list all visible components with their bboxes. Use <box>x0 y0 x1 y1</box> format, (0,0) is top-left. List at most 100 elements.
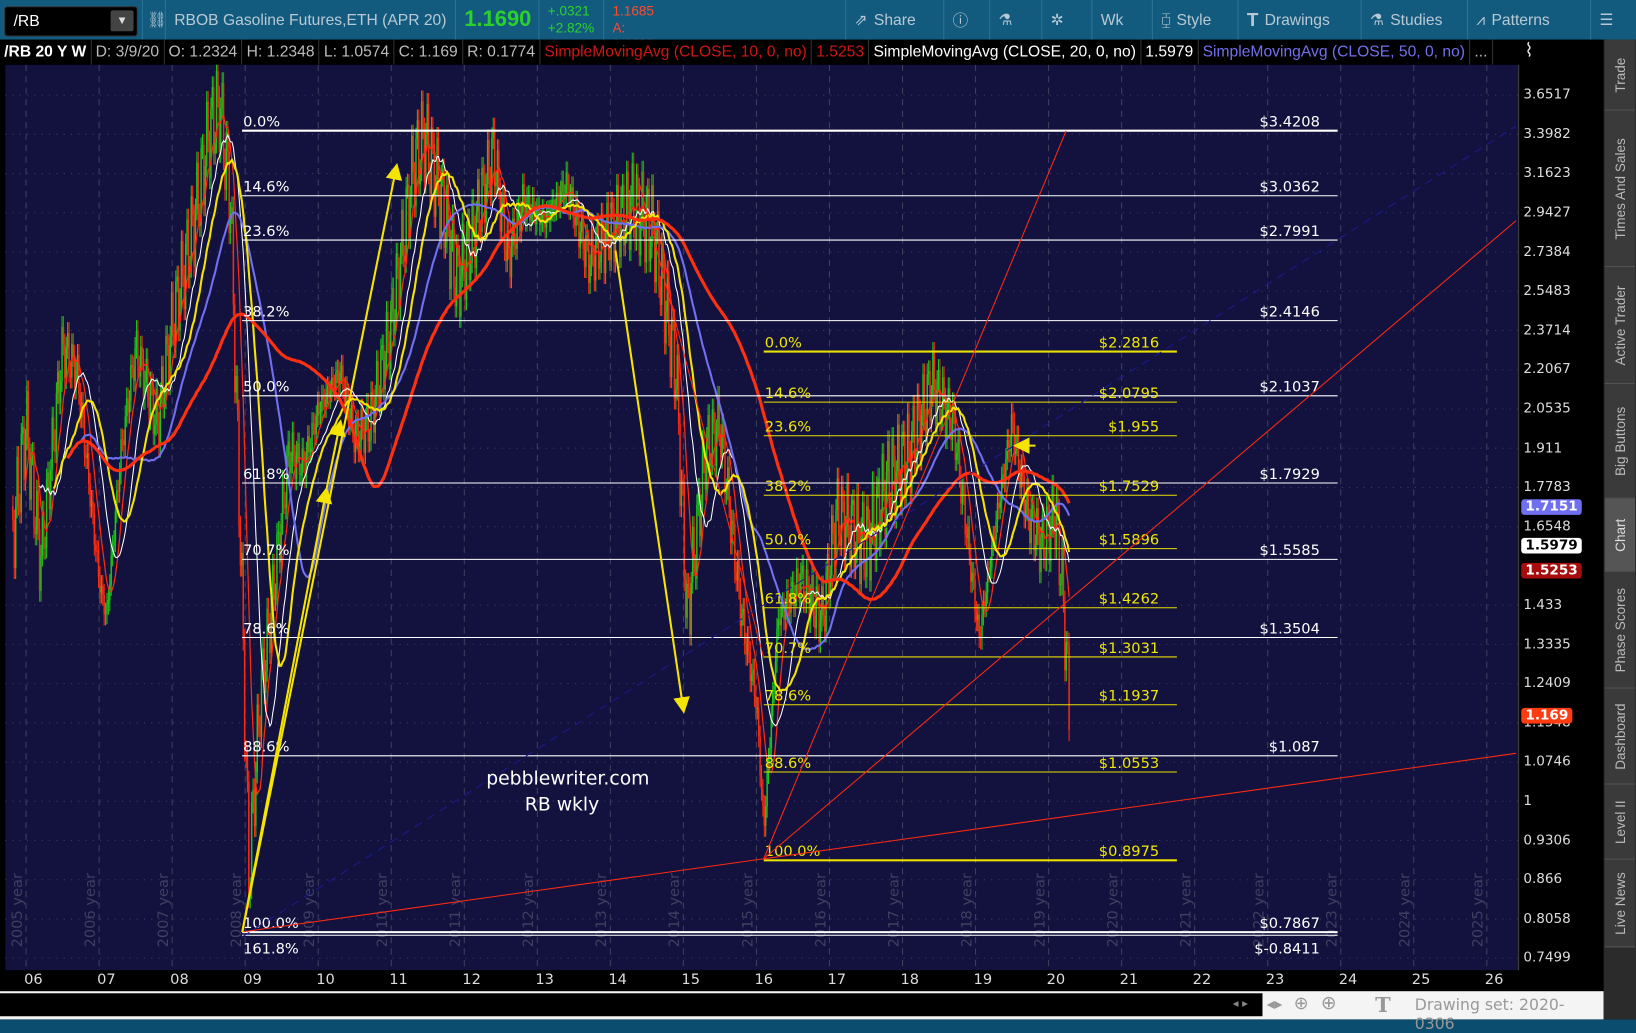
patterns-button[interactable]: ⩘ Patterns <box>1466 0 1590 40</box>
candle-body <box>21 426 24 434</box>
candle-body <box>687 583 690 588</box>
info-icon[interactable]: ⓘ <box>943 0 989 40</box>
candle-body <box>735 572 737 581</box>
candle-body <box>300 474 302 476</box>
fib-price-label: $1.5585 <box>1260 542 1320 559</box>
candle-body <box>573 217 576 226</box>
fib-price-label: $2.1037 <box>1260 379 1320 396</box>
legend-sma50[interactable]: SimpleMovingAvg (CLOSE, 50, 0, no) <box>1198 39 1471 65</box>
crosshair-icon[interactable]: ⊕ <box>1294 993 1309 1014</box>
price-chart[interactable]: 2005 year 2006 year 2007 year 2008 year 2009… <box>5 64 1519 971</box>
candle-body <box>238 410 240 527</box>
bid: B: 1.1685 <box>612 0 654 19</box>
candle-body <box>220 108 222 152</box>
candle-body <box>23 426 25 480</box>
annotation-text: pebblewriter.com <box>486 769 649 790</box>
pan-icon[interactable]: ◂▸ <box>1267 994 1283 1013</box>
candle-body <box>777 619 780 629</box>
price-axis[interactable]: 3.6517 3.3982 3.1623 2.9427 2.7384 2.5483 2.37… <box>1518 64 1603 971</box>
app-window: /RB ▼ ⛓ RBOB Gasoline Futures,ETH (APR 20… <box>0 0 1636 1033</box>
candle-body <box>197 162 200 215</box>
studies-button[interactable]: ⚗ Studies <box>1360 0 1467 40</box>
candle-body <box>221 83 223 109</box>
side-tab-level-ii[interactable]: Level II <box>1604 784 1635 860</box>
year-grid-label: 2006 year <box>82 873 99 947</box>
candle-body <box>329 391 332 398</box>
price-tick-label: 3.3982 <box>1523 126 1571 143</box>
side-tab-dashboard[interactable]: Dashboard <box>1604 688 1635 785</box>
candle-body <box>425 133 427 183</box>
candle-body <box>124 416 126 446</box>
fib-pct-label: 50.0% <box>765 531 811 548</box>
candle-body <box>610 202 612 260</box>
drawings-button[interactable]: T Drawings <box>1237 0 1360 40</box>
side-tab-active-trader[interactable]: Active Trader <box>1604 267 1635 384</box>
candle-body <box>961 485 964 504</box>
candle-body <box>416 120 419 139</box>
candle-body <box>833 533 836 567</box>
candle-body <box>168 344 170 385</box>
candle-body <box>54 440 56 453</box>
candle-body <box>446 184 448 243</box>
menu-icon[interactable]: ☰ <box>1590 0 1636 40</box>
candle-body <box>104 613 107 615</box>
year-grid-label: 2005 year <box>9 873 26 947</box>
candle-body <box>302 448 305 462</box>
side-tab-chart[interactable]: Chart <box>1604 498 1635 572</box>
price-tick-label: 1.2409 <box>1523 675 1571 692</box>
candle-body <box>342 365 344 389</box>
candle-body <box>148 396 150 420</box>
legend-more[interactable]: ... <box>1470 39 1493 65</box>
candle-body <box>95 544 97 551</box>
drawing-set-label[interactable]: Drawing set: 2020-0306 <box>1415 995 1604 1033</box>
link-icon[interactable]: ⛓ <box>141 0 167 40</box>
time-tick-label: 16 <box>754 971 774 989</box>
chevron-down-icon[interactable]: ▼ <box>110 10 134 32</box>
candle-body <box>679 423 681 507</box>
candle-body <box>37 490 39 529</box>
candle-body <box>368 439 371 442</box>
candle-body <box>314 424 316 435</box>
fib-pct-label: 23.6% <box>765 419 811 436</box>
candle-body <box>141 346 143 360</box>
share-button[interactable]: ⇗ Share <box>845 0 943 40</box>
chart-settings-icon[interactable]: ⌇ <box>1518 39 1604 65</box>
side-tab-trade[interactable]: Trade <box>1604 39 1635 111</box>
candle-body <box>123 440 125 446</box>
side-tab-times-and-sales[interactable]: Times And Sales <box>1604 110 1635 268</box>
candle-body <box>444 242 447 248</box>
time-tick-label: 09 <box>243 971 262 989</box>
candle-body <box>106 603 108 614</box>
candle-body <box>291 432 294 463</box>
time-axis[interactable]: 06 07 08 09 10 11 12 13 14 15 16 17 18 19 20 21 22 23 24 25… <box>0 970 1519 992</box>
flask-icon[interactable]: ⚗ <box>989 0 1041 40</box>
text-tool-icon[interactable]: T <box>1375 992 1391 1017</box>
candle-body <box>984 601 986 607</box>
candle-body <box>16 456 18 508</box>
candle-body <box>867 506 869 520</box>
candle-body <box>597 223 600 269</box>
candle-body <box>253 789 256 827</box>
style-button[interactable]: ⧮ Style <box>1151 0 1238 40</box>
side-tab-live-news[interactable]: Live News <box>1604 859 1635 948</box>
candle-body <box>609 249 611 260</box>
time-tick-label: 06 <box>24 971 43 989</box>
side-tab-label: Level II <box>1612 799 1628 844</box>
legend-sma20[interactable]: SimpleMovingAvg (CLOSE, 20, 0, no) <box>869 39 1142 65</box>
candle-body <box>388 341 391 369</box>
time-tick-label: 12 <box>462 971 481 989</box>
candle-body <box>208 141 211 179</box>
fib-price-label: $1.3031 <box>1099 640 1159 657</box>
side-tab-big-buttons[interactable]: Big Buttons <box>1604 383 1635 499</box>
timeframe-button[interactable]: Wk <box>1091 0 1152 40</box>
gear-icon[interactable]: ✲ <box>1041 0 1091 40</box>
symbol-selector[interactable]: /RB ▼ <box>4 6 138 37</box>
candle-body <box>617 184 619 227</box>
legend-sma10[interactable]: SimpleMovingAvg (CLOSE, 10, 0, no) <box>540 39 813 65</box>
chart-scrollbar[interactable]: ◂ ▸ <box>0 993 1263 1017</box>
candle-body <box>401 209 403 254</box>
zoom-icon[interactable]: ⊕ <box>1321 992 1337 1014</box>
scroll-arrows-icon[interactable]: ◂ ▸ <box>1233 996 1248 1010</box>
candle-body <box>252 789 254 803</box>
side-tab-phase-scores[interactable]: Phase Scores <box>1604 571 1635 689</box>
